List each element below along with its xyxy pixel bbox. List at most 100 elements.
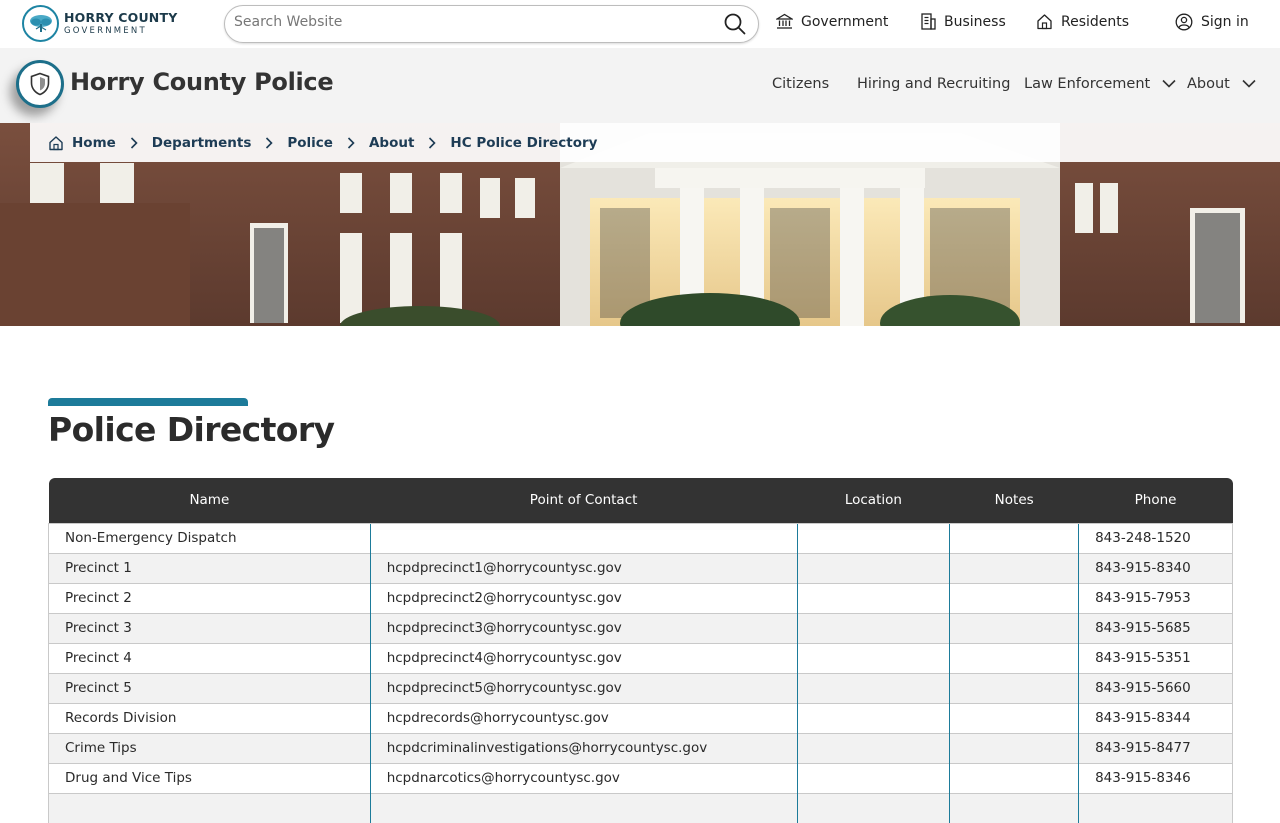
cell-phone[interactable]: 843-915-8344 [1078,702,1233,733]
cell-location [796,612,950,643]
cell-phone[interactable]: 843-248-1520 [1078,522,1233,553]
topnav-residents-label: Residents [1061,13,1130,30]
cell-location [796,642,950,673]
cell-phone[interactable]: 843-915-8340 [1078,552,1233,583]
column-header-location: Location [797,478,950,523]
topnav-government[interactable]: Government [776,13,888,30]
county-logo[interactable]: HORRY COUNTY GOVERNMENT [22,5,177,42]
mainnav-law-enforcement[interactable]: Law Enforcement [1024,76,1176,92]
table-row: Precinct 4 hcpdprecinct4@horrycountysc.go… [48,642,1233,673]
cell-contact[interactable]: hcpdprecinct2@horrycountysc.gov [369,582,797,613]
breadcrumb-departments[interactable]: Departments [152,135,252,151]
tree-icon [22,5,59,42]
cell-notes [949,732,1079,763]
top-bar: HORRY COUNTY GOVERNMENT Government Busin… [0,0,1280,48]
search-box [224,5,759,43]
cell-contact[interactable] [369,522,797,553]
cell-contact [369,792,797,823]
column-header-contact: Point of Contact [370,478,797,523]
cell-name: Drug and Vice Tips [48,762,371,793]
topnav-business[interactable]: Business [920,13,1006,30]
cell-phone[interactable]: 843-915-5351 [1078,642,1233,673]
cell-location [796,672,950,703]
cell-contact[interactable]: hcpdrecords@horrycountysc.gov [369,702,797,733]
topnav-government-label: Government [801,13,889,30]
cell-contact[interactable]: hcpdprecinct5@horrycountysc.gov [369,672,797,703]
table-row: Crime Tips hcpdcriminalinvestigations@hor… [48,732,1233,763]
chevron-right-icon [347,136,355,149]
cell-phone[interactable]: 843-915-8346 [1078,762,1233,793]
cell-name: Precinct 5 [48,672,371,703]
mainnav-hiring[interactable]: Hiring and Recruiting [857,76,1010,92]
signin-link[interactable]: Sign in [1175,13,1249,31]
chevron-right-icon [130,136,138,149]
cell-notes [949,792,1079,823]
search-input[interactable] [234,14,704,30]
police-shield-icon[interactable] [16,60,64,108]
breadcrumb: Home Departments Police About HC Police … [30,123,1280,162]
table-header-row: Name Point of Contact Location Notes Pho… [48,478,1233,523]
government-building-icon [776,13,793,30]
logo-line-1: HORRY COUNTY [64,10,178,25]
cell-name: Crime Tips [48,732,371,763]
cell-name: Non-Emergency Dispatch [48,522,371,553]
cell-phone[interactable]: 843-915-8477 [1078,732,1233,763]
cell-contact[interactable]: hcpdcriminalinvestigations@horrycountysc… [369,732,797,763]
table-row [48,792,1233,823]
topnav-business-label: Business [944,13,1006,30]
table-row: Precinct 1 hcpdprecinct1@horrycountysc.go… [48,552,1233,583]
cell-phone [1078,792,1233,823]
cell-location [796,552,950,583]
chevron-right-icon [265,136,274,149]
mainnav-about[interactable]: About [1187,76,1256,92]
cell-notes [949,672,1079,703]
cell-notes [949,762,1079,793]
home-icon[interactable] [48,135,64,151]
cell-phone[interactable]: 843-915-5685 [1078,612,1233,643]
cell-name: Precinct 2 [48,582,371,613]
cell-contact[interactable]: hcpdnarcotics@horrycountysc.gov [369,762,797,793]
cell-phone[interactable]: 843-915-5660 [1078,672,1233,703]
title-accent-bar [48,398,248,406]
cell-phone[interactable]: 843-915-7953 [1078,582,1233,613]
cell-contact[interactable]: hcpdprecinct3@horrycountysc.gov [369,612,797,643]
page-title: Police Directory [48,410,335,449]
cell-contact[interactable]: hcpdprecinct1@horrycountysc.gov [369,552,797,583]
cell-notes [949,582,1079,613]
cell-name: Precinct 3 [48,612,371,643]
user-circle-icon [1175,13,1193,31]
chevron-right-icon [428,136,437,149]
cell-name: Precinct 1 [48,552,371,583]
chevron-down-icon [1162,76,1176,92]
cell-notes [949,702,1079,733]
cell-location [796,702,950,733]
business-building-icon [920,13,936,30]
table-row: Precinct 2 hcpdprecinct2@horrycountysc.go… [48,582,1233,613]
cell-name [48,792,371,823]
cell-name: Precinct 4 [48,642,371,673]
breadcrumb-about[interactable]: About [369,135,414,151]
cell-location [796,762,950,793]
column-header-notes: Notes [949,478,1079,523]
cell-notes [949,612,1079,643]
mainnav-law-label: Law Enforcement [1024,76,1151,92]
cell-location [796,732,950,763]
home-icon [1036,13,1053,30]
breadcrumb-home[interactable]: Home [72,135,116,151]
cell-location [796,522,950,553]
chevron-down-icon [1242,76,1256,92]
department-title[interactable]: Horry County Police [70,68,334,96]
cell-notes [949,522,1079,553]
mainnav-citizens[interactable]: Citizens [772,76,829,92]
breadcrumb-police[interactable]: Police [287,135,333,151]
signin-label: Sign in [1201,14,1249,30]
cell-contact[interactable]: hcpdprecinct4@horrycountysc.gov [369,642,797,673]
search-icon[interactable] [724,13,746,39]
table-row: Non-Emergency Dispatch 843-248-1520 [48,522,1233,553]
breadcrumb-current: HC Police Directory [450,134,598,151]
column-header-phone: Phone [1078,478,1233,523]
mainnav-hiring-label: Hiring and Recruiting [857,76,1011,92]
cell-name: Records Division [48,702,371,733]
topnav-residents[interactable]: Residents [1036,13,1129,30]
table-row: Drug and Vice Tips hcpdnarcotics@horrycou… [48,762,1233,793]
